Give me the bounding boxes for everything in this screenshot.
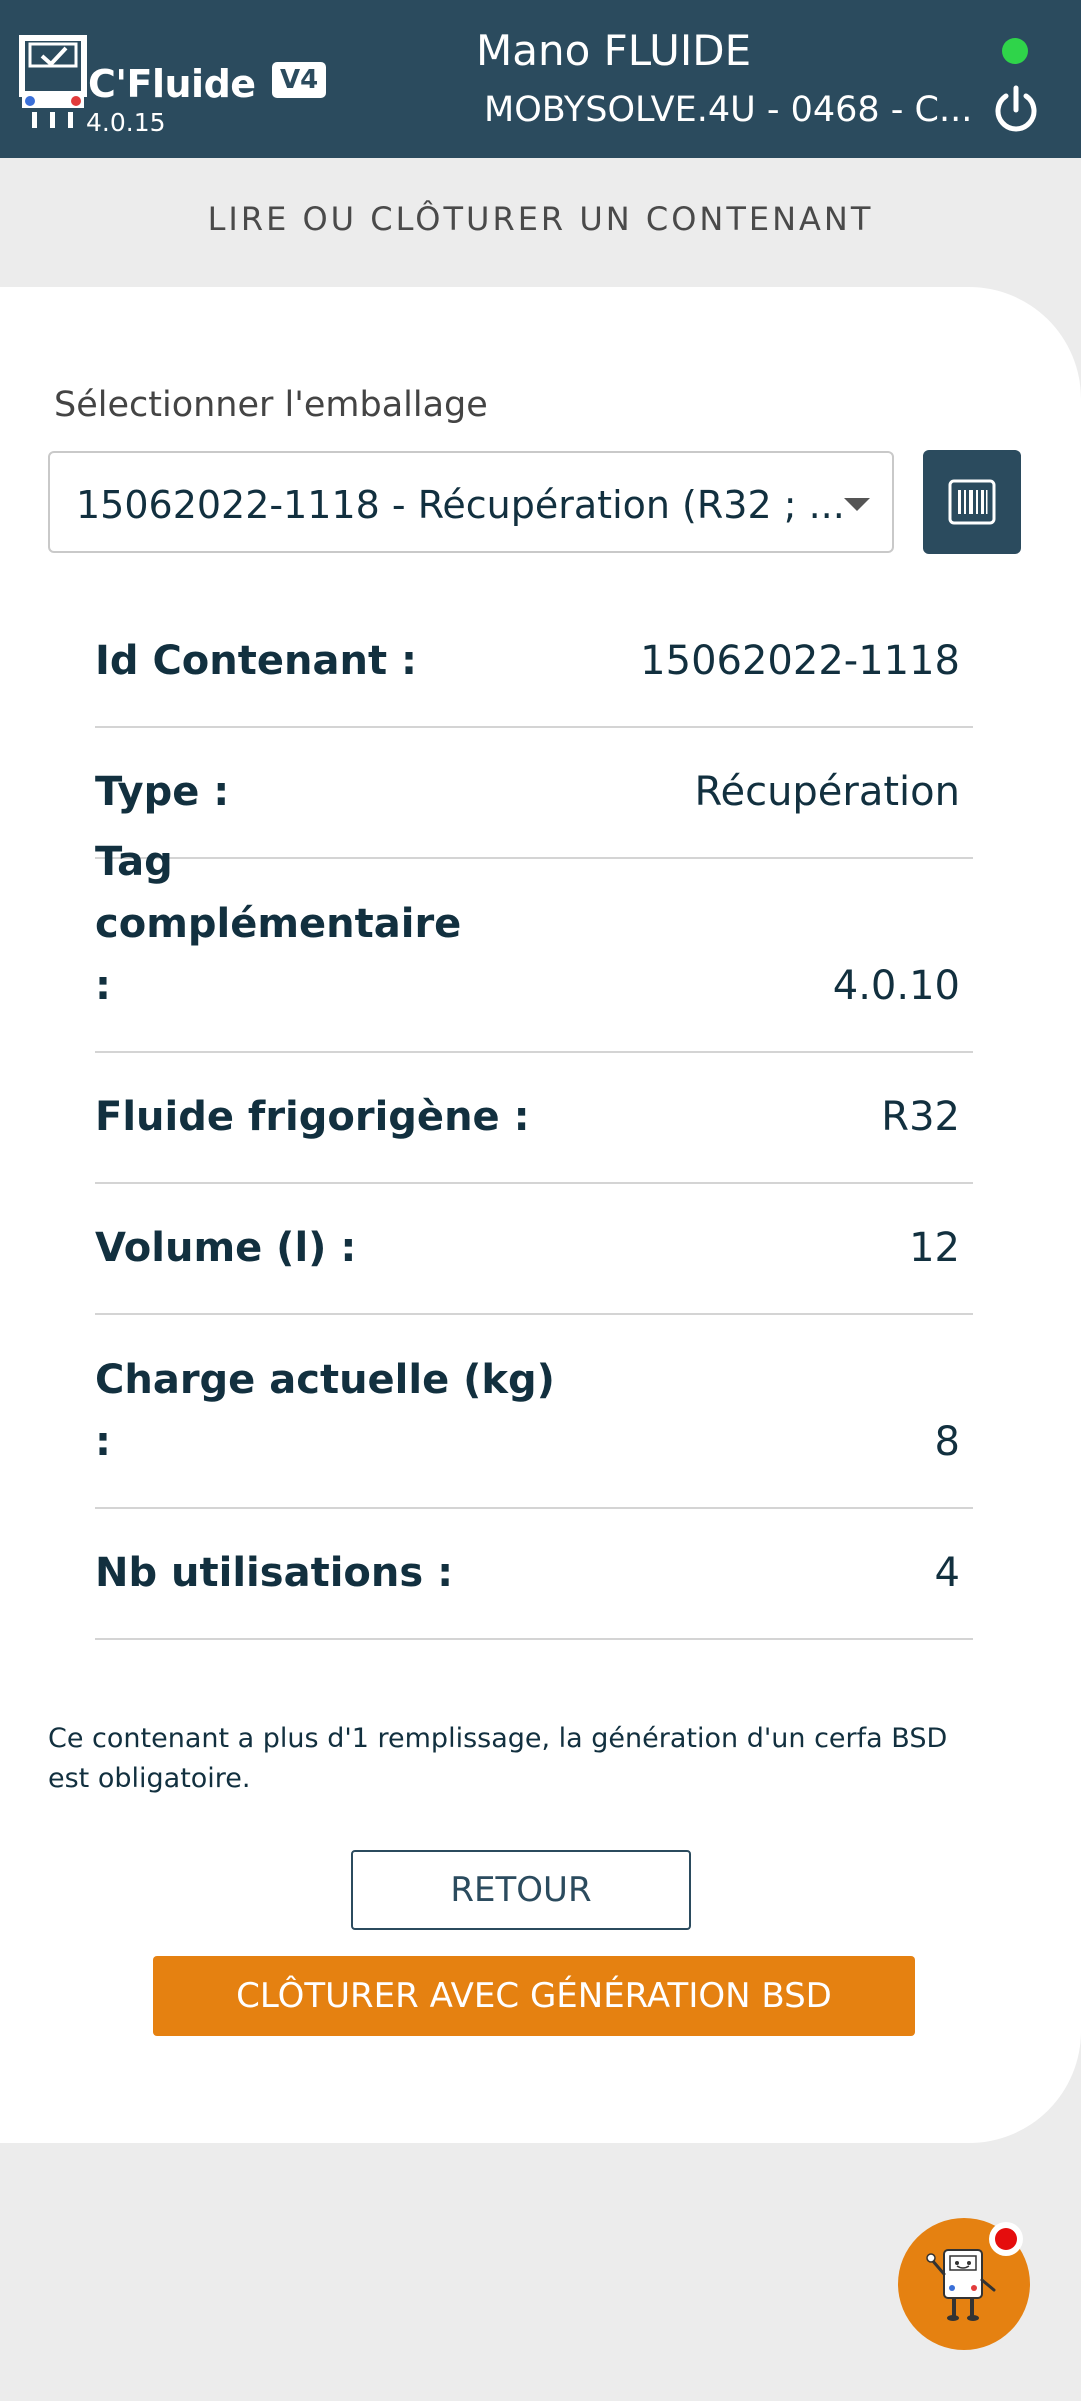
detail-row-refrigerant: Fluide frigorigène : R32 — [95, 1053, 973, 1184]
packaging-select-label: Sélectionner l'emballage — [54, 385, 488, 425]
barcode-icon — [948, 479, 996, 525]
detail-row-tag: Tag complémentaire : 4.0.10 — [95, 839, 973, 1053]
packaging-select[interactable]: 15062022-1118 - Récupération (R32 ; ... — [48, 451, 894, 553]
detail-label: Nb utilisations : — [95, 1550, 454, 1596]
detail-label: Charge actuelle (kg) : — [95, 1357, 555, 1465]
detail-row-charge: Charge actuelle (kg) : 8 — [95, 1315, 973, 1509]
close-with-bsd-button[interactable]: CLÔTURER AVEC GÉNÉRATION BSD — [153, 1956, 915, 2036]
container-details-list: Id Contenant : 15062022-1118 Type : Récu… — [95, 597, 973, 1640]
bsd-required-note: Ce contenant a plus d'1 remplissage, la … — [48, 1723, 948, 1794]
detail-value: 4 — [934, 1550, 960, 1596]
detail-label: Volume (l) : — [95, 1225, 357, 1271]
connection-status-indicator — [1002, 38, 1028, 64]
detail-row-uses: Nb utilisations : 4 — [95, 1509, 973, 1640]
cfluide-logo-icon — [19, 35, 87, 128]
detail-label: Tag complémentaire : — [95, 839, 462, 1009]
brand-name: C'Fluide — [88, 62, 256, 106]
detail-label: Id Contenant : — [95, 638, 417, 684]
detail-row-id: Id Contenant : 15062022-1118 — [95, 597, 973, 728]
notification-badge — [989, 2222, 1023, 2256]
section-heading: LIRE OU CLÔTURER UN CONTENANT — [207, 200, 874, 238]
app-header: C'Fluide V4 4.0.15 Mano FLUIDE MOBYSOLVE… — [0, 0, 1081, 158]
detail-value: 4.0.10 — [832, 963, 960, 1009]
version-badge: V4 — [272, 62, 327, 98]
chevron-down-icon — [844, 498, 870, 511]
detail-label: Fluide frigorigène : — [95, 1094, 530, 1140]
detail-value: Récupération — [694, 769, 960, 815]
detail-value: 12 — [909, 1225, 960, 1271]
detail-label: Type : — [95, 769, 230, 815]
page-title: Mano FLUIDE — [476, 26, 752, 75]
detail-value: 15062022-1118 — [640, 638, 960, 684]
power-icon[interactable] — [990, 84, 1042, 136]
detail-value: R32 — [881, 1094, 960, 1140]
detail-value: 8 — [934, 1419, 960, 1465]
detail-row-volume: Volume (l) : 12 — [95, 1184, 973, 1315]
assistant-mascot-icon — [926, 2249, 996, 2321]
account-subtitle: MOBYSOLVE.4U - 0468 - C... — [484, 90, 973, 130]
app-version: 4.0.15 — [86, 108, 166, 137]
back-button[interactable]: RETOUR — [351, 1850, 691, 1930]
scan-barcode-button[interactable] — [923, 450, 1021, 554]
packaging-select-value: 15062022-1118 - Récupération (R32 ; ... — [76, 483, 845, 527]
container-card: Sélectionner l'emballage 15062022-1118 -… — [0, 287, 1081, 2143]
